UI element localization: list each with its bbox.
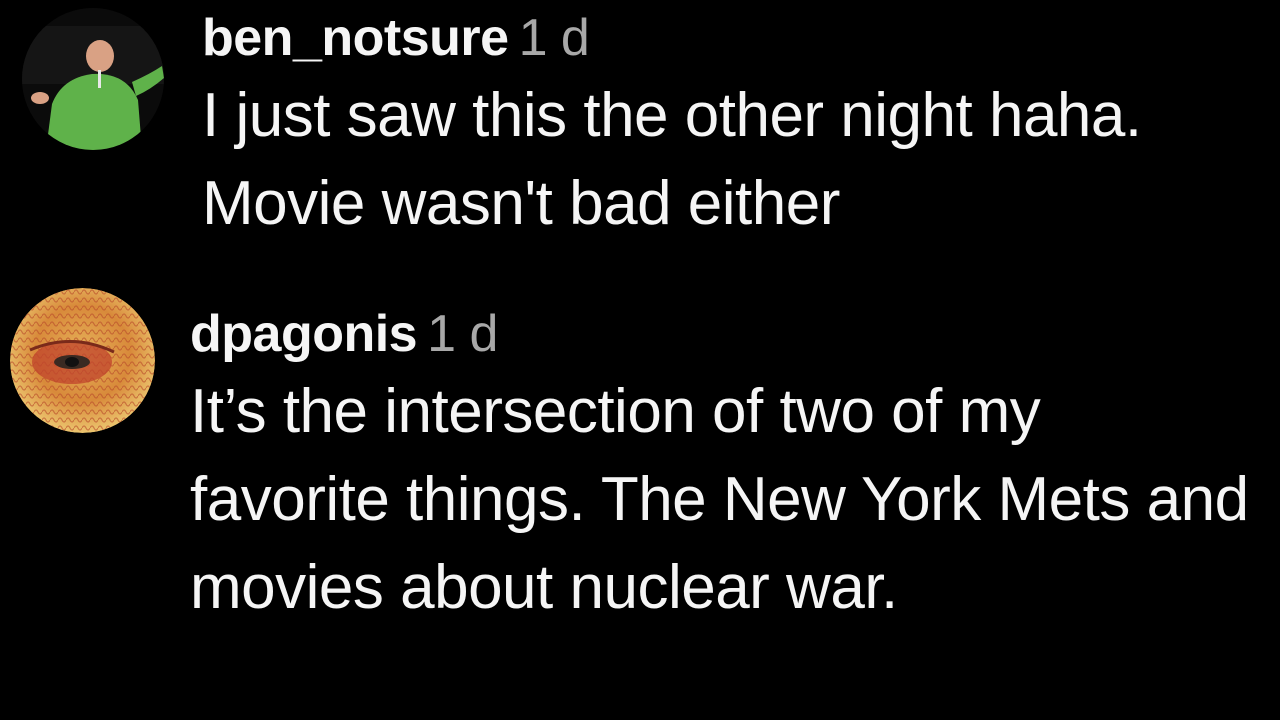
timestamp: 1 d	[427, 305, 498, 363]
timestamp: 1 d	[518, 9, 590, 67]
comment-text: I just saw this the other night haha. Mo…	[202, 81, 1142, 238]
username-link[interactable]: dpagonis	[190, 305, 418, 363]
avatar[interactable]	[22, 8, 164, 150]
user-avatar-photo-icon	[22, 8, 164, 150]
comment-meta: dpagonis 1 d	[190, 300, 1270, 368]
comment-text: It’s the intersection of two of my favor…	[190, 377, 1249, 622]
user-avatar-eye-icon	[10, 288, 155, 433]
username-link[interactable]: ben_notsure	[202, 9, 509, 67]
comment-body: dpagonis 1 d It’s the intersection of two…	[190, 300, 1270, 632]
comment-body: ben_notsure 1 d I just saw this the other…	[202, 4, 1280, 248]
avatar[interactable]	[10, 288, 155, 433]
comment-meta: ben_notsure 1 d	[202, 4, 1280, 72]
